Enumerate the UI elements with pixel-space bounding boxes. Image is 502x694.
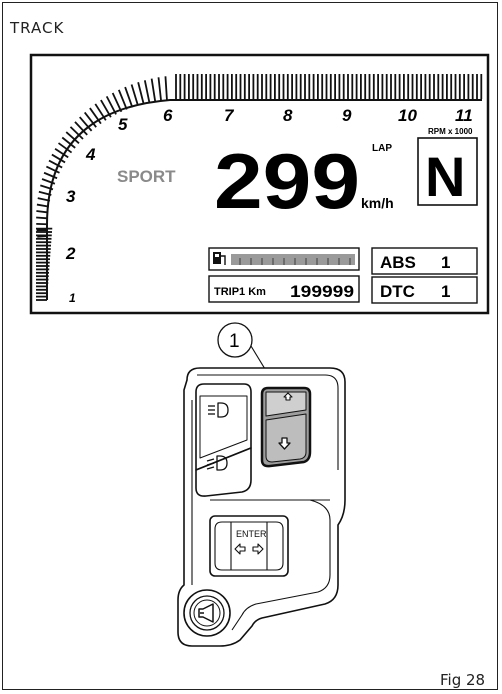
enter-joystick[interactable]: ENTER (209, 515, 289, 577)
rpm-tick-label: 7 (224, 106, 235, 125)
rpm-tick-label: 1 (69, 291, 76, 305)
figure-label: Fig 28 (440, 671, 486, 689)
rpm-tick (137, 82, 145, 105)
horn-button[interactable] (183, 589, 231, 637)
rpm-tick (117, 89, 128, 110)
light-switch[interactable] (195, 383, 252, 497)
rpm-tick-label: 9 (342, 106, 352, 125)
fuel-level-bar (231, 254, 355, 265)
gear-indicator: N (425, 145, 465, 208)
rpm-tick-label: 4 (85, 145, 96, 164)
rpm-tick-label: 8 (283, 106, 293, 125)
trip-label: TRIP1 Km (214, 286, 266, 298)
rpm-tick-label: 3 (66, 187, 76, 206)
lap-label: LAP (372, 143, 392, 154)
rpm-tick (36, 210, 49, 214)
rpm-tick-label: 2 (65, 244, 76, 263)
rpm-tick (130, 84, 139, 106)
fuel-gauge (208, 247, 360, 271)
rpm-tick (37, 235, 48, 238)
rpm-tick (164, 76, 168, 101)
speed-unit: km/h (361, 195, 394, 211)
speed-value: 299 (214, 137, 360, 225)
rpm-tick-label: 6 (163, 106, 173, 125)
enter-label: ENTER (236, 529, 267, 539)
rpm-tick (150, 78, 157, 102)
trip-value: 199999 (290, 282, 354, 301)
handlebar-switchgear: ENTER (177, 367, 346, 647)
dtc-value: 1 (441, 282, 450, 301)
rpm-tick-label: 10 (398, 106, 417, 125)
rpm-tick-label: 11 (455, 106, 473, 125)
callout-number: 1 (229, 331, 240, 352)
rpm-tick (124, 86, 134, 108)
rpm-unit-label: RPM x 1000 (428, 127, 473, 136)
abs-value: 1 (441, 253, 450, 272)
rpm-tick-label: 5 (118, 115, 128, 134)
riding-mode: SPORT (117, 167, 176, 186)
dashboard-display: 1 2 3 4 5 6 7 8 9 10 11 RPM x 1000 SPORT… (29, 53, 490, 315)
rpm-tick (157, 77, 162, 101)
scroll-button[interactable] (260, 386, 312, 468)
rpm-tick (36, 216, 48, 220)
illustration: 1 2 3 4 5 6 7 8 9 10 11 RPM x 1000 SPORT… (29, 53, 490, 647)
dtc-label: DTC (380, 282, 415, 301)
rpm-tick (143, 80, 151, 103)
abs-label: ABS (380, 253, 416, 272)
